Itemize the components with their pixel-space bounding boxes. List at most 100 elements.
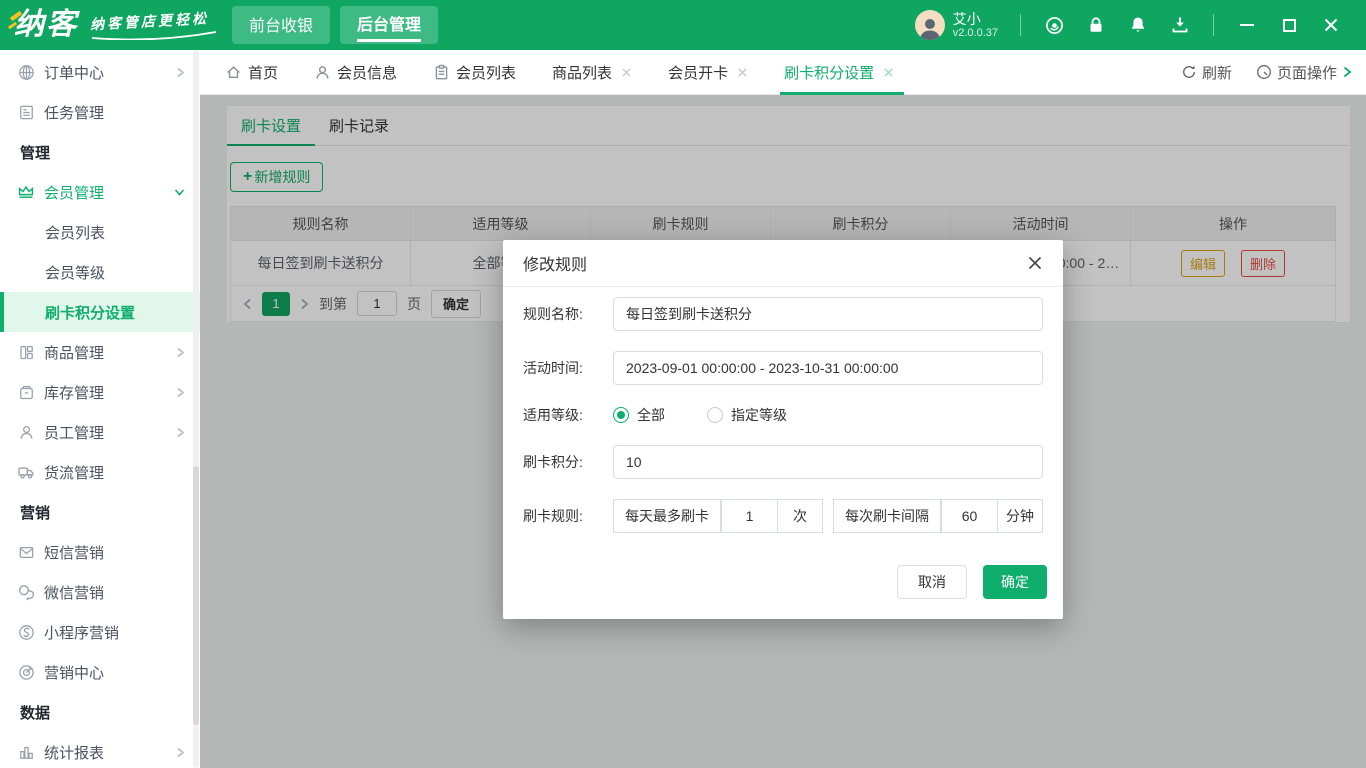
avatar[interactable] (914, 10, 945, 40)
active-time-input[interactable] (613, 351, 1043, 385)
minimize-button[interactable] (1226, 0, 1268, 50)
sidebar-item-inventory[interactable]: 库存管理 (0, 372, 200, 412)
max-swipes-input[interactable] (721, 499, 777, 533)
points-input[interactable] (613, 445, 1043, 479)
sidebar-item-products[interactable]: 商品管理 (0, 332, 200, 372)
miniprogram-icon (17, 623, 35, 641)
crown-icon (17, 183, 35, 201)
sidebar-item-miniprogram-marketing[interactable]: 小程序营销 (0, 612, 200, 652)
page-actions-label: 页面操作 (1276, 64, 1337, 82)
topnav-tab-admin[interactable]: 后台管理 (340, 6, 439, 44)
chevron-right-icon (176, 427, 185, 438)
field-points: 刷卡积分: (523, 445, 1043, 479)
home-icon (225, 64, 242, 81)
topnav: 前台收银 后台管理 (232, 6, 439, 44)
confirm-button[interactable]: 确定 (983, 565, 1047, 599)
sidebar-item-label: 员工管理 (44, 424, 105, 442)
field-label: 刷卡规则: (523, 508, 583, 524)
person-icon (17, 423, 35, 441)
divider (1213, 14, 1214, 36)
sidebar: 订单中心 任务管理 管理 会员管理 会员列表 会员等级 刷卡积分设置 商品管理 … (0, 50, 200, 768)
customer-service-icon[interactable] (1033, 0, 1075, 50)
gauge-icon (1257, 65, 1271, 79)
rule-name-input[interactable] (613, 297, 1043, 331)
sidebar-item-label: 库存管理 (44, 384, 105, 402)
field-rule: 刷卡规则: 每天最多刷卡 次 每次刷卡间隔 分钟 (523, 499, 1043, 533)
close-tab-icon[interactable] (737, 67, 748, 78)
tab-label: 会员列表 (456, 64, 517, 82)
tab-card-points-settings[interactable]: 刷卡积分设置 (780, 50, 905, 95)
close-icon (1324, 18, 1338, 32)
refresh-label: 刷新 (1201, 64, 1232, 82)
chevron-right-icon (176, 67, 185, 78)
chevron-right-icon (176, 347, 185, 358)
sidebar-item-label: 统计报表 (44, 744, 105, 762)
sidebar-item-statistics[interactable]: 统计报表 (0, 732, 200, 768)
sidebar-section-marketing: 营销 (20, 504, 51, 522)
bell-icon[interactable] (1117, 0, 1159, 50)
modal-header: 修改规则 (503, 240, 1063, 287)
modal-body: 规则名称: 活动时间: 适用等级: 全部 指定等级 刷卡积分: (503, 287, 1063, 533)
sidebar-scrollbar[interactable] (193, 50, 199, 768)
maximize-icon (1282, 18, 1296, 32)
level-radio-group: 全部 指定等级 (613, 405, 829, 425)
refresh-button[interactable]: 刷新 (1181, 62, 1232, 83)
max-swipes-label: 每天最多刷卡 (613, 499, 721, 533)
sidebar-item-orders[interactable]: 订单中心 (0, 52, 200, 92)
bar-chart-icon (17, 743, 35, 761)
sidebar-item-members[interactable]: 会员管理 (0, 172, 200, 212)
goods-grid-icon (17, 343, 35, 361)
divider (1020, 14, 1021, 36)
sidebar-subitem-member-levels[interactable]: 会员等级 (0, 252, 200, 292)
close-tab-icon[interactable] (883, 67, 894, 78)
download-icon[interactable] (1159, 0, 1201, 50)
lock-icon[interactable] (1075, 0, 1117, 50)
field-level: 适用等级: 全部 指定等级 (523, 405, 1043, 425)
logo-label: 纳客 (14, 8, 78, 41)
user-icon (314, 64, 331, 81)
tab-label: 商品列表 (552, 64, 613, 82)
sidebar-subitem-member-list[interactable]: 会员列表 (0, 212, 200, 252)
tab-member-list[interactable]: 会员列表 (433, 50, 516, 95)
field-label: 适用等级: (523, 407, 583, 423)
close-tab-icon[interactable] (621, 67, 632, 78)
target-icon (17, 663, 35, 681)
page-actions-button[interactable]: 页面操作 (1256, 62, 1352, 83)
cancel-button[interactable]: 取消 (897, 565, 967, 599)
scrollbar-thumb[interactable] (193, 466, 199, 725)
interval-input[interactable] (941, 499, 997, 533)
interval-group: 每次刷卡间隔 分钟 (833, 499, 1043, 533)
close-button[interactable] (1310, 0, 1352, 50)
radio-specific-levels[interactable]: 指定等级 (707, 405, 787, 425)
tab-member-card[interactable]: 会员开卡 (668, 50, 748, 95)
interval-unit: 分钟 (997, 499, 1043, 533)
sidebar-item-logistics[interactable]: 货流管理 (0, 452, 200, 492)
sidebar-item-label: 货流管理 (44, 464, 105, 482)
sidebar-item-tasks[interactable]: 任务管理 (0, 92, 200, 132)
storage-box-icon (17, 383, 35, 401)
tab-product-list[interactable]: 商品列表 (552, 50, 632, 95)
tab-member-info[interactable]: 会员信息 (314, 50, 397, 95)
envelope-icon (17, 543, 35, 561)
tab-home[interactable]: 首页 (225, 50, 278, 95)
modal-close-icon[interactable] (1027, 255, 1043, 271)
maximize-button[interactable] (1268, 0, 1310, 50)
sidebar-item-marketing-center[interactable]: 营销中心 (0, 652, 200, 692)
interval-label: 每次刷卡间隔 (833, 499, 941, 533)
rule-segments: 每天最多刷卡 次 每次刷卡间隔 分钟 (613, 499, 1043, 533)
radio-all-levels[interactable]: 全部 (613, 405, 665, 425)
chevron-right-icon (176, 747, 185, 758)
app-version: v2.0.0.37 (952, 26, 998, 39)
user-name: 艾小 (952, 10, 981, 27)
sidebar-item-staff[interactable]: 员工管理 (0, 412, 200, 452)
sidebar-subitem-card-points-settings[interactable]: 刷卡积分设置 (0, 292, 200, 332)
sidebar-item-label: 小程序营销 (44, 624, 120, 642)
wechat-icon (17, 583, 35, 601)
logo-text: 纳客 (7, 0, 78, 50)
topnav-tab-cashier[interactable]: 前台收银 (232, 6, 331, 44)
sidebar-item-sms-marketing[interactable]: 短信营销 (0, 532, 200, 572)
sidebar-item-label: 营销中心 (44, 664, 105, 682)
globe-icon (17, 63, 35, 81)
sidebar-item-wechat-marketing[interactable]: 微信营销 (0, 572, 200, 612)
field-rule-name: 规则名称: (523, 297, 1043, 331)
